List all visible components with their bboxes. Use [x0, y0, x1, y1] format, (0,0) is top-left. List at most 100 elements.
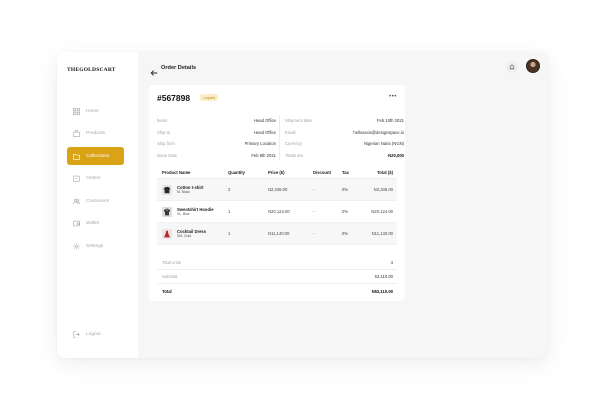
product-text: Cotton t-shirt M, Black: [177, 185, 204, 194]
sidebar-item-customers[interactable]: Customers: [67, 192, 124, 210]
product-text: Cocktail Dress SM, Gold: [177, 229, 206, 238]
product-cell: Cotton t-shirt M, Black: [157, 184, 228, 195]
summary-label: Total: [162, 288, 172, 294]
info-value: Feb 10th 2021: [376, 118, 404, 124]
price-cell: N2,345.00: [268, 187, 288, 192]
info-value: Feb 8th 2021: [251, 152, 276, 158]
tshirt-thumbnail: [162, 184, 172, 195]
topbar: Order Details: [150, 59, 540, 76]
summary-value: N53,110.00: [371, 288, 393, 294]
sidebar-item-home[interactable]: Home: [67, 102, 124, 120]
info-value: helloaxxix@designspace.io: [353, 129, 404, 135]
product-cell: Sweatshirt Hoodie XL, Blue: [157, 206, 228, 217]
box-icon: [73, 175, 80, 182]
info-label: Shipment date: [285, 118, 313, 124]
order-number: #567898: [157, 93, 191, 103]
total-cell: N20,124.00: [371, 209, 393, 214]
hoodie-thumbnail: [162, 206, 172, 217]
discount-cell: -: [313, 231, 315, 236]
info-label: Ship to: [157, 129, 171, 135]
qty-cell: 1: [228, 209, 231, 214]
info-row: Shipment date Feb 10th 2021: [285, 115, 404, 127]
sidebar-nav: Home Products Collections Orders Custome…: [67, 102, 124, 260]
column-header[interactable]: Discount: [313, 170, 342, 175]
order-summary: Total units 4 Subtotal 53,110.00 Total N…: [157, 256, 397, 298]
sidebar-item-label: Settings: [86, 244, 104, 250]
table-row[interactable]: Cotton t-shirt M, Black 2 N2,345.00 - 0%…: [157, 179, 397, 201]
logout-label: Logout: [86, 332, 101, 337]
total-cell: N2,345.00: [373, 187, 393, 192]
info-label: Currency: [285, 141, 302, 147]
info-row: Ship from Primary Location: [157, 138, 276, 150]
summary-row: Total units 4: [157, 256, 397, 270]
order-info-right: Shipment date Feb 10th 2021 Email helloaxx…: [285, 115, 404, 161]
table-row[interactable]: Sweatshirt Hoodie XL, Blue 1 N20,124.00 …: [157, 201, 397, 223]
user-avatar[interactable]: [526, 59, 540, 73]
sidebar-item-label: Products: [86, 131, 105, 137]
sidebar-item-label: Wallet: [86, 221, 100, 227]
tax-cell: 0%: [342, 231, 349, 236]
summary-row: Subtotal 53,110.00: [157, 270, 397, 284]
info-row: Totals are N20,000: [285, 150, 404, 162]
sidebar-item-orders[interactable]: Orders: [67, 170, 124, 188]
bag-icon: [73, 130, 80, 138]
sidebar-item-label: Customers: [86, 198, 110, 204]
info-label: Ship from: [157, 141, 175, 147]
order-details-card: #567898 unpaid ••• Items Head Office Ship…: [149, 85, 405, 301]
logout-button[interactable]: Logout: [73, 331, 101, 338]
info-row: Ship to Head Office: [157, 127, 276, 139]
logout-icon: [73, 331, 80, 338]
column-header[interactable]: Total ($): [359, 170, 397, 175]
gear-icon: [73, 243, 80, 250]
back-arrow-icon[interactable]: [150, 64, 158, 76]
info-divider: [279, 115, 280, 161]
wallet-icon: [73, 220, 80, 227]
table-row[interactable]: Cocktail Dress SM, Gold 1 N11,140.00 - 0…: [157, 223, 397, 245]
info-value: Head Office: [253, 129, 276, 135]
page-title: Order Details: [161, 65, 197, 71]
order-items-table: Product Name Quantity Price ($) Discount…: [157, 167, 397, 245]
column-header[interactable]: Tax: [342, 170, 359, 175]
qty-cell: 2: [228, 187, 231, 192]
table-header: Product Name Quantity Price ($) Discount…: [157, 167, 397, 179]
product-text: Sweatshirt Hoodie XL, Blue: [177, 207, 214, 216]
dress-thumbnail: [162, 228, 172, 239]
summary-value: 53,110.00: [374, 274, 393, 279]
sidebar-item-label: Orders: [86, 176, 101, 182]
app-window: THEGOLDSCART Home Products Collections O…: [57, 52, 548, 358]
product-variant: M, Black: [177, 190, 190, 194]
total-cell: N11,140.00: [371, 231, 393, 236]
product-cell: Cocktail Dress SM, Gold: [157, 228, 228, 239]
info-row: Email helloaxxix@designspace.io: [285, 127, 404, 139]
sidebar-item-settings[interactable]: Settings: [67, 238, 124, 256]
info-row: Currency Nigerian Naira (NGN): [285, 138, 404, 150]
summary-label: Subtotal: [162, 274, 178, 279]
info-label: Issue Date: [157, 152, 178, 158]
info-value: Head Office: [253, 118, 276, 124]
sidebar: THEGOLDSCART Home Products Collections O…: [57, 52, 138, 358]
grid-icon: [73, 107, 80, 115]
discount-cell: -: [313, 209, 315, 214]
notification-bell-icon[interactable]: [506, 61, 518, 73]
tax-cell: 0%: [342, 187, 349, 192]
folder-icon: [73, 153, 80, 160]
info-value: N20,000: [388, 152, 404, 158]
info-value: Nigerian Naira (NGN): [363, 141, 404, 147]
tax-cell: 0%: [342, 209, 349, 214]
sidebar-item-wallet[interactable]: Wallet: [67, 215, 124, 233]
sidebar-item-collections[interactable]: Collections: [67, 147, 124, 166]
info-row: Issue Date Feb 8th 2021: [157, 150, 276, 162]
summary-row-total: Total N53,110.00: [157, 284, 397, 298]
sidebar-item-products[interactable]: Products: [67, 125, 124, 143]
users-icon: [73, 198, 80, 205]
column-header[interactable]: Product Name: [157, 170, 228, 175]
price-cell: N11,140.00: [268, 231, 290, 236]
qty-cell: 1: [228, 231, 231, 236]
brand-logo[interactable]: THEGOLDSCART: [67, 67, 116, 73]
info-value: Primary Location: [244, 141, 276, 147]
summary-label: Total units: [162, 260, 181, 265]
more-options-icon[interactable]: •••: [389, 94, 397, 100]
column-header[interactable]: Quantity: [228, 170, 268, 175]
column-header[interactable]: Price ($): [268, 170, 313, 175]
summary-value: 4: [390, 260, 393, 265]
